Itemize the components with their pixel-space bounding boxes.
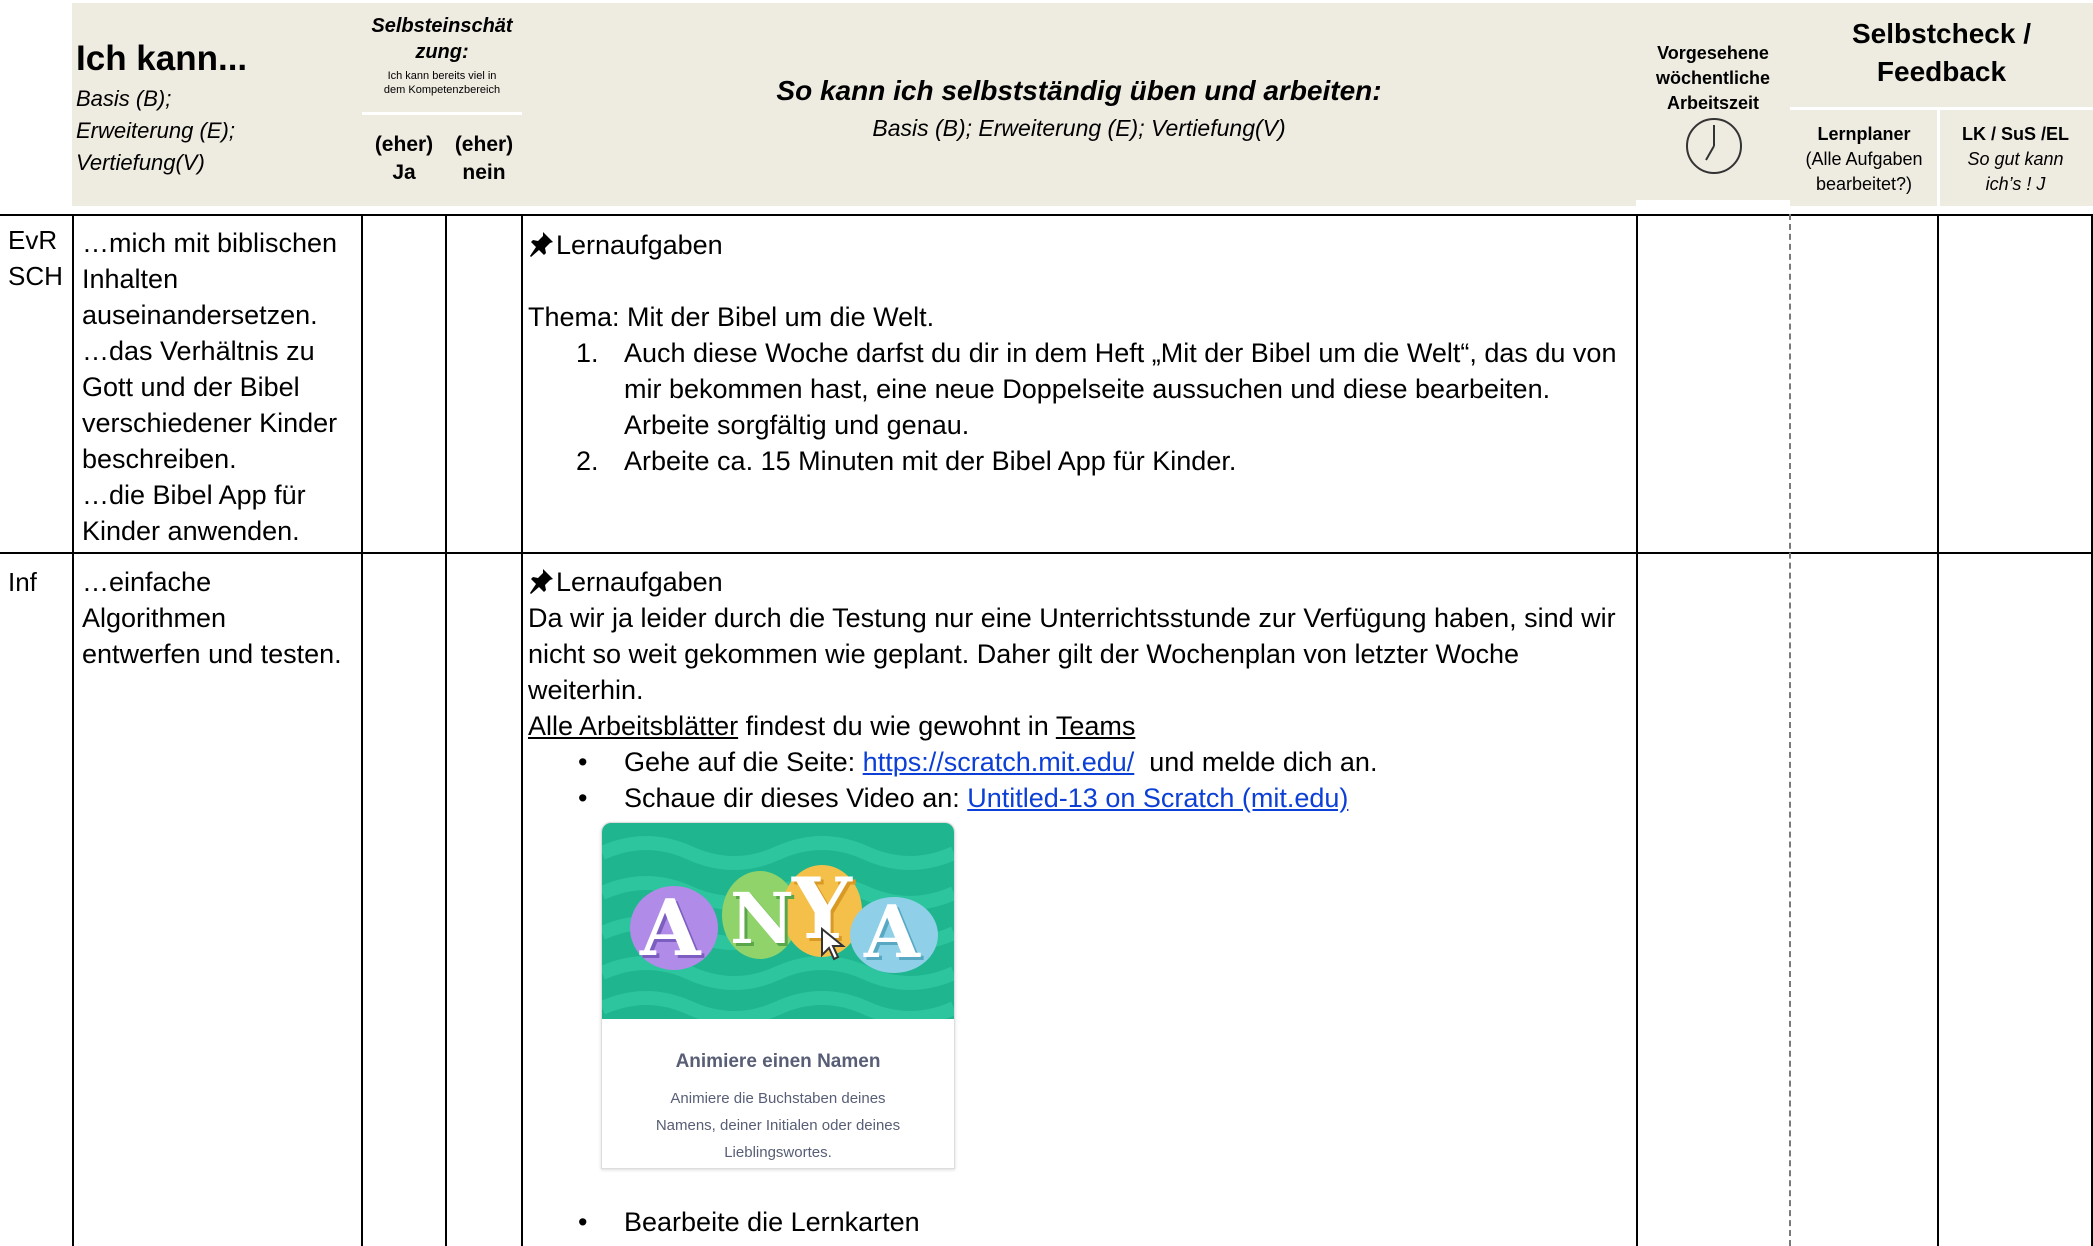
lp-title: Lernplaner [1817,124,1911,144]
lk-title: LK / SuS /EL [1961,124,2069,144]
row1-kann: …mich mit biblischen Inhalten auseinande… [82,225,360,549]
check-divider [1790,107,2093,110]
row2-intro-line: weiterhin. [528,675,644,705]
header-ja: (eher) Ja [362,131,446,187]
time-line3: Arbeitszeit [1666,93,1760,113]
row1-top-border [0,214,2093,216]
row2-kann-line: …einfache [82,567,212,597]
task-subtitle: Basis (B); Erweiterung (E); Vertiefung(V… [872,115,1286,141]
selbst-sub-line2: dem Kompetenzbereich [383,84,501,96]
header-ich-kann: Ich kann... Basis (B); Erweiterung (E); … [72,3,362,206]
ich-kann-level-erweiterung: Erweiterung (E); [76,118,235,143]
row1-kann-line: …mich mit biblischen [82,228,338,258]
scratch-card-title: Animiere einen Namen [675,1051,881,1072]
col-line-1 [72,214,74,1246]
row1-task: Lernaufgaben Thema: Mit der Bibel um die… [528,227,1633,479]
row2-intro-line: Da wir ja leider durch die Testung nur e… [528,603,1616,633]
row2-task-heading: Lernaufgaben [528,564,1633,600]
row1-kann-line: …die Bibel App für [82,480,306,510]
row2-task: Lernaufgaben Da wir ja leider durch die … [528,564,1633,816]
logo-letter: A [640,883,701,974]
time-line2: wöchentliche [1655,68,1771,88]
col-line-2 [361,214,363,1246]
header-nein: (eher) nein [446,131,522,187]
col-line-4 [521,214,523,1246]
row1-subject-line1: EvR [8,225,58,255]
row1-task-heading: Lernaufgaben [528,227,1633,263]
selbst-divider [362,112,522,115]
row1-theme: Thema: Mit der Bibel um die Welt. [528,302,935,332]
pushpin-icon [528,564,556,600]
lp-sub-line2: bearbeitet?) [1815,174,1913,194]
row1-task-item: 1. Auch diese Woche darfst du dir in dem… [576,338,1617,440]
row2-kann-line: Algorithmen [82,603,227,633]
row2-subject: Inf [8,567,37,597]
row1-subject: EvR SCH [8,222,72,294]
header-time: Vorgesehene wöchentliche Arbeitszeit [1636,3,1790,200]
row2-top-border [0,552,2093,554]
logo-letter: A [864,889,920,974]
row1-kann-line: Inhalten [82,264,179,294]
header-lk: LK / SuS /EL So gut kann ich’s ! J [1938,122,2093,197]
nein-line2: nein [462,161,506,184]
row2-bullet-item: • Bearbeite die Lernkarten [578,1207,920,1237]
scratch-link[interactable]: https://scratch.mit.edu/ [863,747,1135,777]
selbst-title-line2: zung: [415,41,469,63]
scratch-card-banner: A N Y A [602,823,954,1019]
row1-kann-line: Gott und der Bibel [82,372,300,402]
logo-letter: N [730,877,794,960]
worksheets-link[interactable]: Alle Arbeitsblätter [528,711,738,741]
time-line1: Vorgesehene [1657,43,1769,63]
ich-kann-title: Ich kann... [76,39,248,78]
pushpin-icon [528,227,556,263]
ich-kann-level-basis: Basis (B); [76,86,172,111]
mouse-cursor-icon [821,927,846,961]
row2-bullet-item: • Schaue dir dieses Video an: Untitled-1… [578,783,1349,813]
row2-kann-line: entwerfen und testen. [82,639,342,669]
col-line-5 [1636,214,1638,1246]
lp-sub-line1: (Alle Aufgaben [1805,149,1923,169]
row2-bullet-lernkarten: • Bearbeite die Lernkarten [528,1204,1633,1240]
row1-kann-line: beschreiben. [82,444,237,474]
header-lernplaner: Lernplaner (Alle Aufgaben bearbeitet?) [1790,122,1938,197]
lk-sub-line1: So gut kann [1967,149,2064,169]
ja-line2: Ja [392,161,416,184]
teams-link[interactable]: Teams [1056,711,1136,741]
row2-worksheets-line: Alle Arbeitsblätter findest du wie gewoh… [528,711,1136,741]
col-line-7 [1937,214,1939,1246]
check-line2: Feedback [1876,56,2007,87]
header-task: So kann ich selbstständig üben und arbei… [522,3,1636,206]
col-line-6-dashed [1789,214,1791,1246]
row1-task-item: 2. Arbeite ca. 15 Minuten mit der Bibel … [576,446,1237,476]
row2-bullet-item: • Gehe auf die Seite: https://scratch.mi… [578,747,1378,777]
scratch-card-description: Animiere die Buchstaben deines Namens, d… [655,1090,901,1161]
task-title: So kann ich selbstständig üben und arbei… [776,75,1382,106]
col-line-3 [445,214,447,1246]
row1-task-list: 1. Auch diese Woche darfst du dir in dem… [528,335,1633,479]
row1-kann-line: verschiedener Kinder [82,408,338,438]
video-link[interactable]: Untitled-13 on Scratch (mit.edu) [967,783,1348,813]
ich-kann-level-vertiefung: Vertiefung(V) [76,150,205,175]
lk-sub-line2: ich’s ! J [1985,174,2046,194]
ja-line1: (eher) [374,133,434,156]
selbst-title-line1: Selbsteinschät [371,15,513,37]
nein-line1: (eher) [454,133,514,156]
row1-kann-line: …das Verhältnis zu [82,336,315,366]
row2-bullet-list: • Gehe auf die Seite: https://scratch.mi… [528,744,1633,816]
row1-subject-line2: SCH [8,261,63,291]
clock-icon [1686,118,1742,174]
selbst-sub-line1: Ich kann bereits viel in [387,70,497,82]
row2-intro-line: nicht so weit gekommen wie geplant. Dahe… [528,639,1520,669]
check-line1: Selbstcheck / [1852,18,2031,49]
row2-bullet-list-2: • Bearbeite die Lernkarten [528,1204,1633,1240]
scratch-project-card[interactable]: A N Y A Animiere einen Namen Animiere di… [601,822,955,1169]
row2-kann: …einfache Algorithmen entwerfen und test… [82,564,360,672]
row1-kann-line: auseinandersetzen. [82,300,318,330]
row1-kann-line: Kinder anwenden. [82,516,300,546]
